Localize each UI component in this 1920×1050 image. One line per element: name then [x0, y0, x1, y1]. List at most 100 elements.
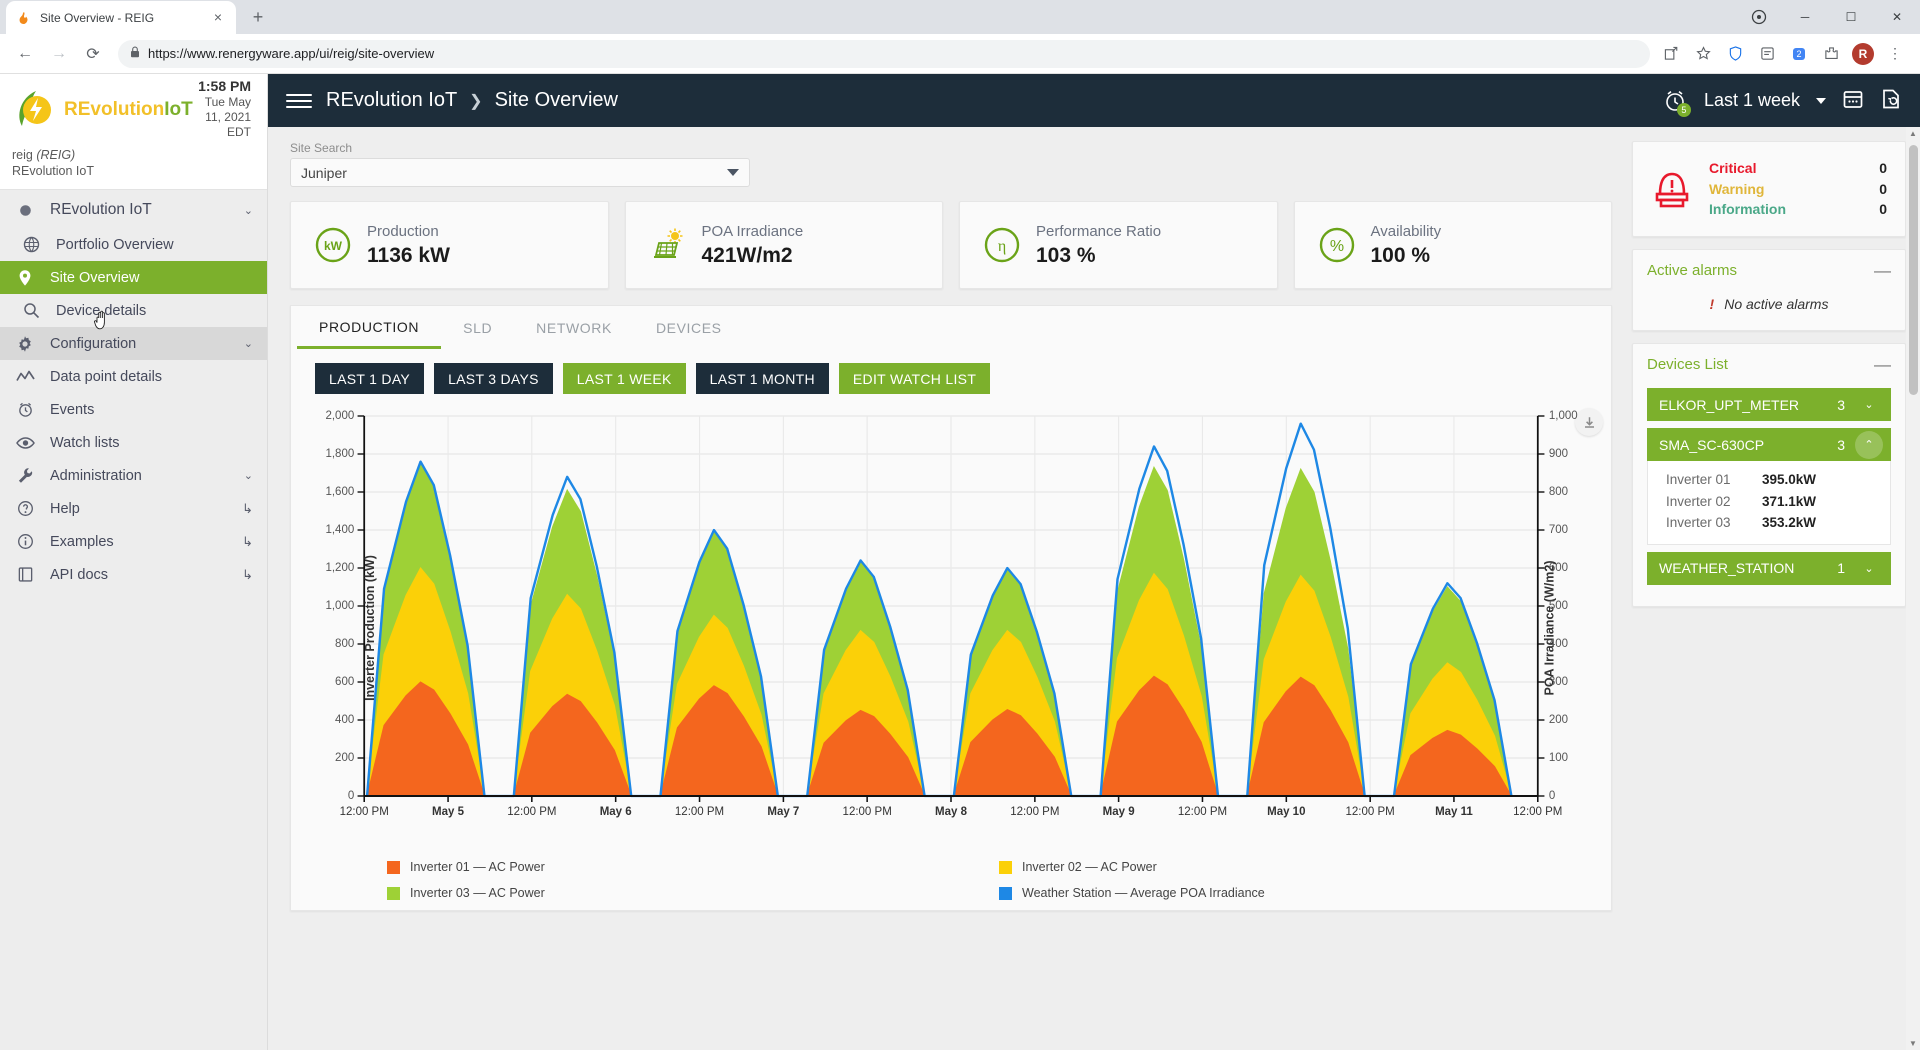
range-button-last-1-day[interactable]: LAST 1 DAY	[315, 363, 425, 394]
chart-y-tick: 1,800	[325, 448, 355, 460]
sidebar-item-configuration[interactable]: Configuration ⌄	[0, 327, 267, 361]
hamburger-icon[interactable]	[286, 93, 312, 108]
sidebar-item-api-docs[interactable]: API docs ↳	[0, 558, 267, 591]
exclamation-icon: !	[1709, 296, 1715, 312]
device-group-count: 3	[1837, 436, 1845, 453]
range-button-last-1-month[interactable]: LAST 1 MONTH	[695, 363, 829, 394]
device-group-header[interactable]: WEATHER_STATION 1 ⌄	[1647, 551, 1891, 585]
tab-sld[interactable]: SLD	[441, 307, 514, 349]
sidebar-item-events[interactable]: Events	[0, 393, 267, 426]
bookmark-star-icon[interactable]	[1692, 43, 1714, 65]
chevron-down-icon[interactable]: ⌄	[244, 469, 253, 482]
sidebar-item-watch-lists[interactable]: Watch lists	[0, 426, 267, 459]
chart-y2-tick: 200	[1548, 713, 1569, 726]
scroll-up-icon[interactable]: ▲	[1909, 129, 1917, 138]
sidebar-item-administration[interactable]: Administration ⌄	[0, 459, 267, 492]
sidebar-item-portfolio-overview[interactable]: Portfolio Overview	[0, 228, 267, 261]
legend-item[interactable]: Inverter 03 — AC Power	[387, 880, 999, 906]
chart-y2-tick: 600	[1548, 562, 1569, 574]
share-icon[interactable]	[1660, 43, 1682, 65]
back-icon[interactable]: ←	[10, 39, 40, 69]
sidebar-nav: REvolution IoT ⌄ Portfolio Overview Site Ov…	[0, 190, 267, 1050]
notes-icon[interactable]	[1756, 43, 1778, 65]
breadcrumb-root[interactable]: REvolution IoT	[326, 89, 457, 112]
kpi-card-poa-irradiance: POA Irradiance 421W/m2	[624, 201, 943, 289]
close-icon[interactable]: ×	[210, 10, 226, 26]
legend-item[interactable]: Weather Station — Average POA Irradiance	[999, 880, 1611, 906]
page-content: Site Search Juniper kW Production 1136 kW P…	[268, 127, 1920, 1050]
address-bar[interactable]: https://www.renergyware.app/ui/reig/site…	[118, 39, 1650, 68]
device-group-header[interactable]: SMA_SC-630CP 3 ⌃	[1647, 428, 1891, 461]
chart-y-axis-title: Inverter Production (kW)	[362, 555, 377, 701]
chevron-down-icon[interactable]	[1816, 97, 1826, 104]
device-group: SMA_SC-630CP 3 ⌃ Inverter 01 395.0kW Inverter…	[1647, 428, 1891, 545]
solar-panel-sun-icon	[648, 225, 688, 265]
wrench-icon	[14, 467, 36, 484]
devices-list-title: Devices List	[1647, 355, 1728, 373]
scrollbar-thumb[interactable]	[1909, 145, 1918, 395]
device-value: 353.2kW	[1762, 515, 1817, 531]
shield-icon[interactable]	[1724, 43, 1746, 65]
profile-avatar[interactable]: R	[1852, 42, 1874, 65]
top-bar-actions: 5 Last 1 week	[1662, 88, 1902, 117]
chevron-down-icon[interactable]: ⌄	[1855, 391, 1883, 419]
browser-tab[interactable]: Site Overview - REIG ×	[6, 1, 236, 34]
browser-toolbar: ← → ⟳ https://www.renergyware.app/ui/rei…	[0, 34, 1920, 74]
tab-production[interactable]: PRODUCTION	[297, 307, 442, 349]
chevron-down-icon[interactable]: ⌄	[1855, 554, 1883, 582]
chevron-down-icon[interactable]: ⌄	[244, 204, 253, 217]
browser-menu-icon[interactable]: ⋮	[1884, 43, 1906, 65]
chart-x-tick: 12:00 PM	[1010, 806, 1060, 818]
scroll-down-icon[interactable]: ▼	[1909, 1039, 1917, 1048]
left-column: Site Search Juniper kW Production 1136 kW P…	[268, 127, 1624, 1050]
sidebar-item-site-overview[interactable]: Site Overview	[0, 261, 267, 295]
legend-label: Weather Station — Average POA Irradiance	[1022, 886, 1265, 900]
window-maximize-button[interactable]: ☐	[1828, 0, 1874, 34]
sidebar-item-data-point-details[interactable]: Data point details	[0, 360, 267, 393]
devices-list-body: ELKOR_UPT_METER 3 ⌄ SMA_SC-630CP 3 ⌃ Inverter …	[1633, 384, 1905, 606]
device-group-header[interactable]: ELKOR_UPT_METER 3 ⌄	[1647, 388, 1891, 421]
history-icon[interactable]	[1880, 88, 1902, 113]
chart-x-tick: May 5	[432, 806, 465, 818]
chart-legend: Inverter 01 — AC Power Inverter 02 — AC P…	[291, 848, 1611, 910]
search-icon	[20, 302, 42, 319]
range-button-last-1-week[interactable]: LAST 1 WEEK	[562, 363, 686, 394]
alarm-row-warning: Warning 0	[1709, 179, 1887, 200]
sidebar-item-device-details[interactable]: Device details	[0, 294, 267, 327]
tab-devices[interactable]: DEVICES	[634, 307, 744, 349]
forward-icon[interactable]: →	[44, 39, 74, 69]
new-tab-button[interactable]: +	[244, 3, 272, 31]
window-extension-icon[interactable]	[1736, 0, 1782, 34]
device-group-count: 1	[1837, 560, 1845, 577]
range-button-edit-watch-list[interactable]: EDIT WATCH LIST	[838, 363, 991, 394]
puzzle-extension-icon[interactable]	[1820, 43, 1842, 65]
chevron-up-icon[interactable]: ⌃	[1855, 430, 1883, 459]
window-minimize-button[interactable]: ─	[1782, 0, 1828, 34]
sidebar-item-help[interactable]: Help ↳	[0, 492, 267, 525]
legend-item[interactable]: Inverter 02 — AC Power	[999, 854, 1611, 880]
alarm-clock-icon[interactable]: 5	[1662, 88, 1691, 117]
reload-icon[interactable]: ⟳	[78, 39, 108, 69]
page-scrollbar[interactable]: ▲ ▼	[1906, 127, 1920, 1050]
chart-y2-tick: 1,000	[1548, 410, 1578, 422]
range-button-last-3-days[interactable]: LAST 3 DAYS	[434, 363, 553, 394]
sidebar-item-revolution-iot[interactable]: REvolution IoT ⌄	[0, 192, 267, 228]
legend-swatch	[999, 860, 1012, 874]
legend-item[interactable]: Inverter 01 — AC Power	[387, 854, 999, 880]
collapse-icon[interactable]: —	[1874, 356, 1891, 373]
time-range-label[interactable]: Last 1 week	[1704, 90, 1800, 111]
download-icon[interactable]	[1575, 408, 1603, 436]
sidebar-item-examples[interactable]: Examples ↳	[0, 525, 267, 558]
window-close-button[interactable]: ✕	[1874, 0, 1920, 34]
collapse-icon[interactable]: —	[1874, 262, 1891, 279]
app-logo[interactable]: REvolutionIoT	[12, 86, 193, 132]
chevron-down-icon[interactable]: ⌄	[244, 337, 253, 350]
site-search-select[interactable]: Juniper	[290, 158, 750, 187]
alarm-row-information: Information 0	[1709, 199, 1887, 220]
extensions-count-badge[interactable]: 2	[1788, 43, 1810, 65]
tab-network[interactable]: NETWORK	[514, 307, 634, 349]
calendar-icon[interactable]	[1842, 88, 1864, 113]
kpi-card-availability: % Availability 100 %	[1293, 201, 1612, 289]
kpi-value: 103 %	[1036, 243, 1096, 267]
device-group-name: WEATHER_STATION	[1659, 560, 1795, 577]
